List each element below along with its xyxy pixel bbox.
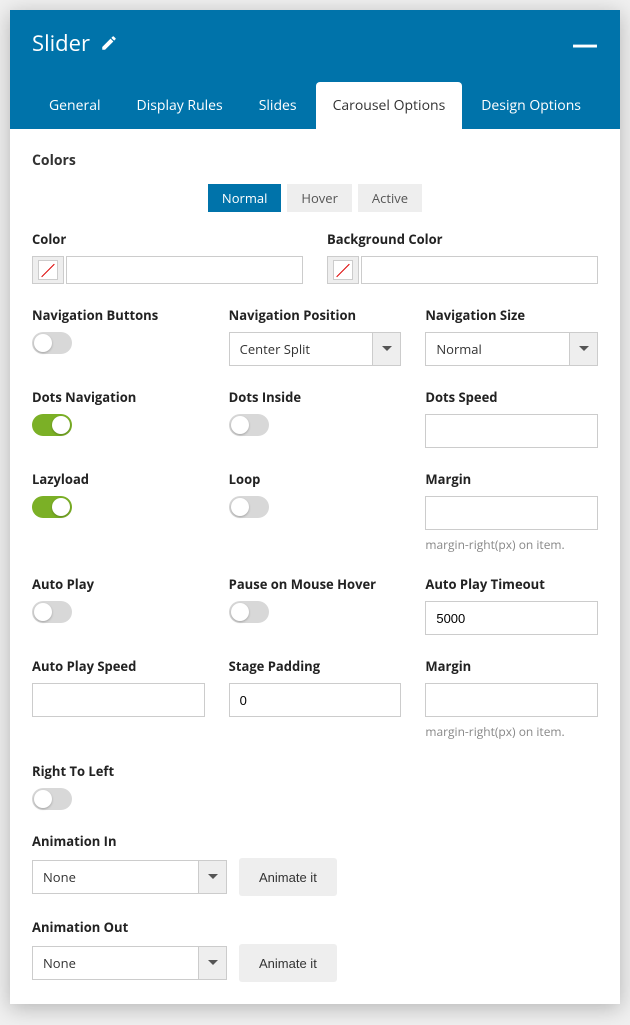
tab-design-options[interactable]: Design Options	[464, 82, 598, 129]
loop-toggle[interactable]	[229, 496, 269, 518]
margin2-help: margin-right(px) on item.	[425, 723, 598, 740]
chevron-down-icon	[569, 333, 597, 365]
nav-position-select[interactable]: Center Split	[229, 332, 402, 366]
chevron-down-icon	[198, 947, 226, 979]
state-tab-normal[interactable]: Normal	[208, 184, 281, 212]
color-swatch[interactable]	[32, 256, 64, 284]
slider-settings-panel: Slider — General Display Rules Slides Ca…	[10, 10, 620, 1004]
nav-position-value: Center Split	[230, 333, 373, 365]
chevron-down-icon	[372, 333, 400, 365]
panel-header: Slider — General Display Rules Slides Ca…	[10, 10, 620, 129]
dots-inside-toggle[interactable]	[229, 414, 269, 436]
color-state-tabs: Normal Hover Active	[32, 184, 598, 212]
bg-color-input[interactable]	[361, 256, 598, 284]
state-tab-hover[interactable]: Hover	[287, 184, 352, 212]
panel-title-text: Slider	[32, 28, 90, 58]
panel-body: Colors Normal Hover Active Color Backgro…	[10, 129, 620, 1004]
margin1-label: Margin	[425, 470, 598, 488]
nav-buttons-label: Navigation Buttons	[32, 306, 205, 324]
dots-nav-label: Dots Navigation	[32, 388, 205, 406]
lazyload-toggle[interactable]	[32, 496, 72, 518]
tab-general[interactable]: General	[32, 82, 118, 129]
chevron-down-icon	[198, 861, 226, 893]
animation-in-value: None	[33, 861, 198, 893]
bg-color-swatch[interactable]	[327, 256, 359, 284]
rtl-label: Right To Left	[32, 762, 598, 780]
collapse-icon[interactable]: —	[572, 37, 598, 50]
animation-in-label: Animation In	[32, 832, 598, 850]
pause-hover-toggle[interactable]	[229, 601, 269, 623]
animation-out-value: None	[33, 947, 198, 979]
loop-label: Loop	[229, 470, 402, 488]
dots-inside-label: Dots Inside	[229, 388, 402, 406]
colors-section-label: Colors	[32, 151, 598, 170]
animation-in-select[interactable]: None	[32, 860, 227, 894]
lazyload-label: Lazyload	[32, 470, 205, 488]
tab-slides[interactable]: Slides	[242, 82, 314, 129]
autoplay-speed-label: Auto Play Speed	[32, 657, 205, 675]
animate-in-button[interactable]: Animate it	[239, 858, 337, 896]
margin1-help: margin-right(px) on item.	[425, 536, 598, 553]
nav-position-label: Navigation Position	[229, 306, 402, 324]
nav-size-label: Navigation Size	[425, 306, 598, 324]
dots-nav-toggle[interactable]	[32, 414, 72, 436]
panel-title: Slider	[32, 28, 118, 58]
tab-carousel-options[interactable]: Carousel Options	[316, 82, 463, 129]
autoplay-speed-input[interactable]	[32, 683, 205, 717]
margin2-label: Margin	[425, 657, 598, 675]
nav-size-value: Normal	[426, 333, 569, 365]
nav-buttons-toggle[interactable]	[32, 332, 72, 354]
rtl-toggle[interactable]	[32, 788, 72, 810]
margin2-input[interactable]	[425, 683, 598, 717]
autoplay-label: Auto Play	[32, 575, 205, 593]
autoplay-toggle[interactable]	[32, 601, 72, 623]
pencil-icon[interactable]	[100, 34, 118, 52]
color-input[interactable]	[66, 256, 303, 284]
tab-display-rules[interactable]: Display Rules	[120, 82, 240, 129]
dots-speed-input[interactable]	[425, 414, 598, 448]
bg-color-label: Background Color	[327, 230, 598, 248]
color-label: Color	[32, 230, 303, 248]
animation-out-select[interactable]: None	[32, 946, 227, 980]
state-tab-active[interactable]: Active	[358, 184, 422, 212]
dots-speed-label: Dots Speed	[425, 388, 598, 406]
autoplay-timeout-input[interactable]	[425, 601, 598, 635]
margin1-input[interactable]	[425, 496, 598, 530]
animation-out-label: Animation Out	[32, 918, 598, 936]
main-tabs: General Display Rules Slides Carousel Op…	[32, 82, 598, 129]
animate-out-button[interactable]: Animate it	[239, 944, 337, 982]
nav-size-select[interactable]: Normal	[425, 332, 598, 366]
stage-padding-input[interactable]	[229, 683, 402, 717]
stage-padding-label: Stage Padding	[229, 657, 402, 675]
pause-hover-label: Pause on Mouse Hover	[229, 575, 402, 593]
autoplay-timeout-label: Auto Play Timeout	[425, 575, 598, 593]
